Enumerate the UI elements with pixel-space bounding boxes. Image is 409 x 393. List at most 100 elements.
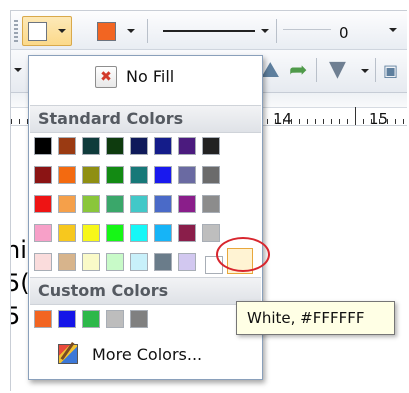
custom-color-swatch[interactable] bbox=[34, 310, 52, 328]
more-tools-icon[interactable]: ▣ bbox=[383, 60, 398, 82]
color-swatch[interactable] bbox=[154, 166, 172, 184]
ruler-tick bbox=[307, 119, 308, 124]
line-color-swatch bbox=[97, 22, 116, 41]
document-text-fragment: 5 bbox=[11, 302, 20, 330]
color-tooltip: White, #FFFFFF bbox=[236, 301, 395, 335]
color-swatch[interactable] bbox=[202, 224, 220, 242]
color-swatch[interactable] bbox=[34, 195, 52, 213]
connector-icon[interactable]: ⛰ bbox=[261, 60, 279, 82]
no-fill-option[interactable]: ✖ No Fill bbox=[32, 59, 257, 94]
ruler-tick bbox=[275, 119, 276, 124]
color-swatch[interactable] bbox=[34, 137, 52, 155]
toolbar-separator bbox=[147, 19, 148, 43]
color-swatch[interactable] bbox=[130, 195, 148, 213]
ruler-tick bbox=[387, 119, 388, 124]
ruler-tick bbox=[371, 119, 372, 124]
line-style-sample bbox=[163, 30, 255, 32]
document-text-fragment: 5( bbox=[11, 269, 30, 297]
color-swatch[interactable] bbox=[178, 166, 196, 184]
toolbar-grip[interactable] bbox=[14, 20, 18, 42]
color-swatch[interactable] bbox=[58, 137, 76, 155]
ruler-tick bbox=[315, 119, 316, 124]
document-text-fragment: hi bbox=[11, 236, 27, 264]
color-swatch[interactable] bbox=[58, 166, 76, 184]
ruler-tick bbox=[395, 119, 396, 124]
color-swatch[interactable] bbox=[106, 166, 124, 184]
color-swatch[interactable] bbox=[58, 224, 76, 242]
fill-color-button[interactable] bbox=[22, 16, 72, 46]
color-swatch[interactable] bbox=[82, 137, 100, 155]
color-swatch[interactable] bbox=[34, 224, 52, 242]
color-swatch[interactable] bbox=[202, 137, 220, 155]
ruler-tick bbox=[323, 119, 324, 124]
ruler-tick bbox=[267, 119, 268, 124]
chevron-down-icon bbox=[261, 29, 269, 33]
palette-icon bbox=[58, 344, 78, 364]
line-weight-sample bbox=[283, 29, 331, 30]
chevron-down-icon[interactable] bbox=[361, 69, 369, 73]
color-swatch[interactable] bbox=[106, 253, 124, 271]
fill-color-swatch bbox=[28, 22, 47, 41]
line-color-button[interactable] bbox=[91, 16, 141, 46]
custom-color-swatch[interactable] bbox=[58, 310, 76, 328]
color-swatch[interactable] bbox=[58, 253, 76, 271]
ruler-tick bbox=[339, 119, 340, 124]
ruler-tick bbox=[363, 119, 364, 124]
toolbar-separator bbox=[276, 19, 277, 43]
more-colors-label: More Colors... bbox=[92, 345, 203, 364]
annotation-circle bbox=[216, 237, 270, 272]
ruler-tick bbox=[355, 107, 356, 125]
ruler-tick bbox=[11, 119, 12, 124]
color-swatch[interactable] bbox=[154, 253, 172, 271]
color-swatch[interactable] bbox=[130, 137, 148, 155]
chevron-down-icon[interactable] bbox=[389, 28, 397, 32]
color-swatch[interactable] bbox=[106, 195, 124, 213]
more-colors-button[interactable]: More Colors... bbox=[54, 341, 234, 369]
chevron-down-icon bbox=[58, 29, 66, 33]
ruler-tick bbox=[347, 119, 348, 124]
format-toolbar: 0 bbox=[11, 11, 407, 50]
custom-color-swatch[interactable] bbox=[130, 310, 148, 328]
chevron-down-icon bbox=[127, 29, 135, 33]
toolbar-separator bbox=[375, 58, 376, 82]
color-swatch[interactable] bbox=[154, 224, 172, 242]
custom-color-swatch[interactable] bbox=[82, 310, 100, 328]
color-swatch[interactable] bbox=[178, 137, 196, 155]
color-swatch[interactable] bbox=[178, 253, 196, 271]
arrow-connector-icon[interactable]: ➦ bbox=[289, 60, 307, 82]
color-swatch[interactable] bbox=[178, 224, 196, 242]
line-style-dropdown[interactable] bbox=[155, 16, 275, 46]
color-swatch[interactable] bbox=[82, 253, 100, 271]
color-swatch[interactable] bbox=[178, 195, 196, 213]
custom-colors-header: Custom Colors bbox=[30, 277, 261, 305]
custom-color-swatch[interactable] bbox=[106, 310, 124, 328]
color-swatch[interactable] bbox=[130, 166, 148, 184]
ruler-tick bbox=[291, 119, 292, 124]
tooltip-text: White, #FFFFFF bbox=[247, 309, 365, 327]
color-swatch[interactable] bbox=[130, 253, 148, 271]
color-swatch[interactable] bbox=[154, 137, 172, 155]
color-swatch[interactable] bbox=[154, 195, 172, 213]
filter-icon[interactable]: ▼ bbox=[329, 59, 346, 81]
color-swatch[interactable] bbox=[34, 166, 52, 184]
no-fill-label: No Fill bbox=[126, 67, 175, 86]
standard-colors-title: Standard Colors bbox=[38, 109, 184, 128]
chevron-down-icon[interactable] bbox=[14, 68, 22, 72]
color-swatch[interactable] bbox=[58, 195, 76, 213]
color-swatch[interactable] bbox=[106, 224, 124, 242]
line-width-value[interactable]: 0 bbox=[339, 24, 349, 42]
standard-colors-header: Standard Colors bbox=[30, 105, 261, 133]
color-swatch[interactable] bbox=[202, 195, 220, 213]
color-swatch[interactable] bbox=[82, 195, 100, 213]
color-swatch[interactable] bbox=[34, 253, 52, 271]
fill-color-menu: ✖ No Fill Standard Colors Custom Colors … bbox=[28, 55, 263, 380]
color-swatch[interactable] bbox=[82, 166, 100, 184]
color-swatch[interactable] bbox=[106, 137, 124, 155]
color-swatch[interactable] bbox=[82, 224, 100, 242]
color-swatch[interactable] bbox=[130, 224, 148, 242]
no-fill-icon: ✖ bbox=[95, 66, 117, 88]
ruler-tick bbox=[403, 119, 404, 124]
ruler-tick bbox=[283, 119, 284, 124]
color-swatch[interactable] bbox=[202, 166, 220, 184]
ruler-tick bbox=[331, 119, 332, 124]
